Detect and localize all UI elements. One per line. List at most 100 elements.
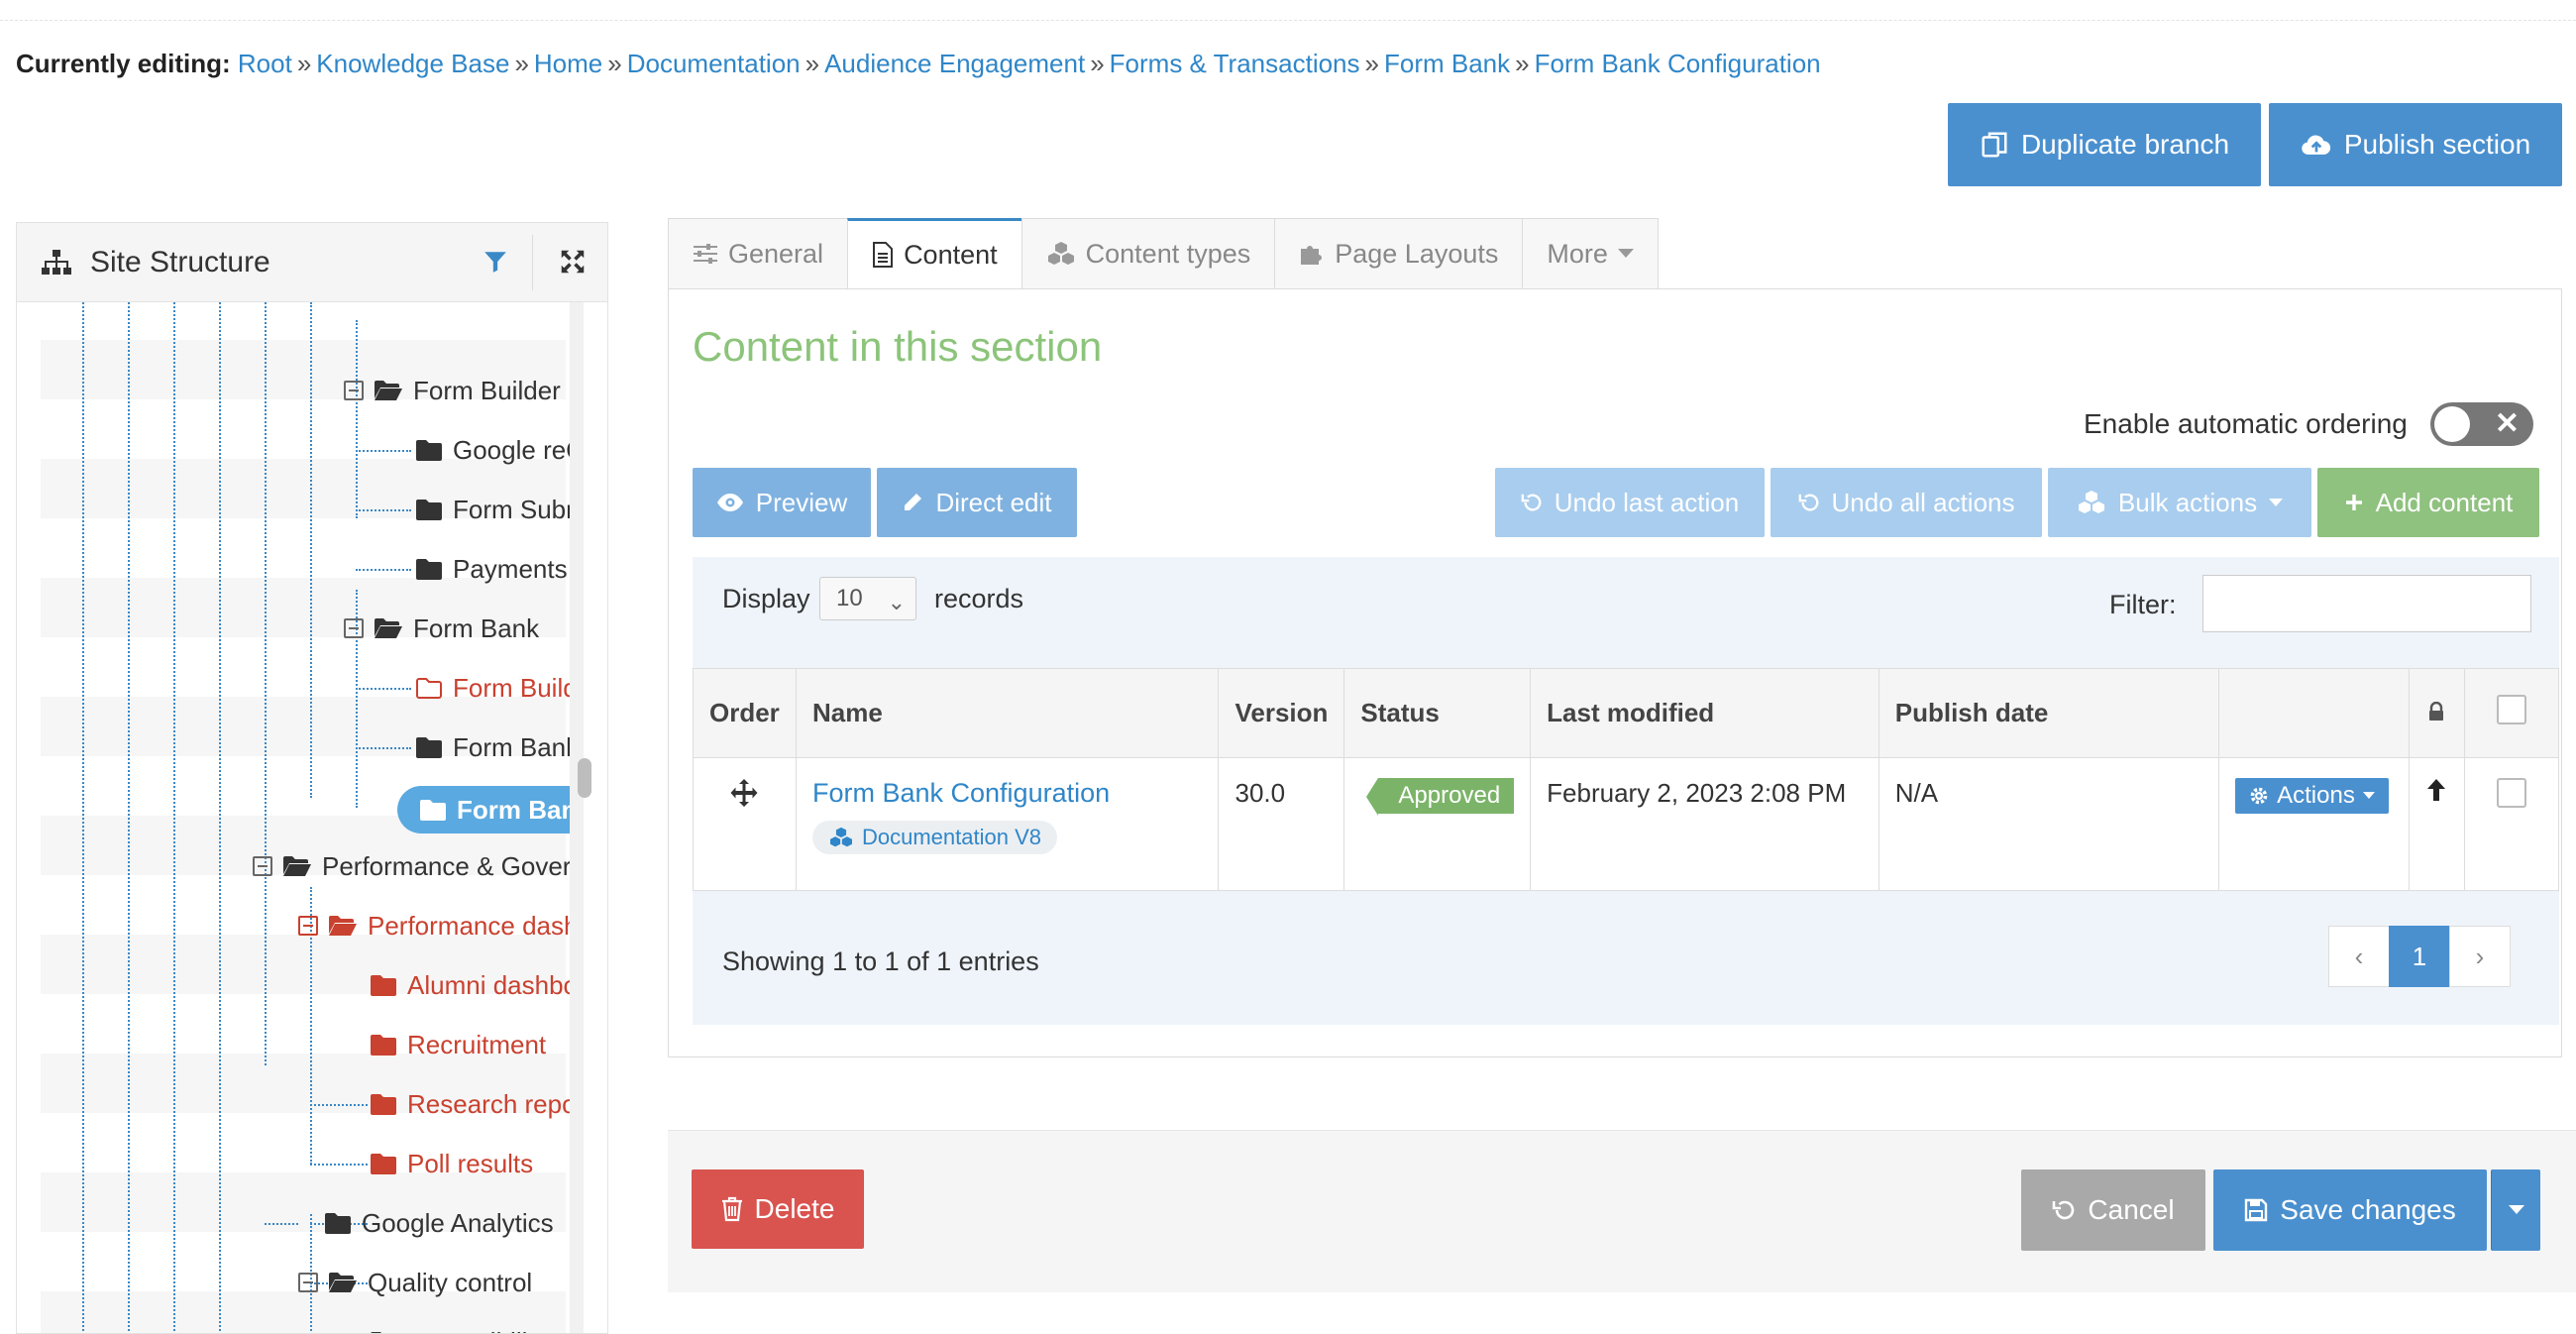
duplicate-branch-label: Duplicate branch — [2020, 129, 2230, 160]
breadcrumb-separator: » — [514, 49, 529, 78]
folder-icon — [416, 500, 442, 520]
tab-general[interactable]: General — [668, 218, 848, 289]
tree-node-recruitment[interactable]: Recruitment — [370, 1028, 546, 1061]
expand-icon[interactable] — [558, 247, 588, 277]
column-header-version[interactable]: Version — [1218, 668, 1345, 758]
row-actions-button[interactable]: Actions — [2235, 778, 2389, 814]
column-header-order[interactable]: Order — [693, 668, 797, 758]
content-table-wrapper: Display 10 ⌄ records Filter: Order Name … — [693, 557, 2560, 1025]
site-structure-panel: Site Structure Form Builder Google Form … — [16, 222, 608, 1334]
tree-node-label: Recruitment — [407, 1030, 547, 1059]
page-size-value: 10 — [836, 585, 863, 611]
move-icon[interactable] — [729, 778, 759, 808]
breadcrumb-link-documentation[interactable]: Documentation — [627, 49, 801, 78]
delete-button[interactable]: Delete — [692, 1169, 864, 1249]
undo-last-action-button[interactable]: Undo last action — [1495, 468, 1765, 537]
tree-scrollbar[interactable] — [570, 302, 584, 1333]
breadcrumb-link-home[interactable]: Home — [534, 49, 602, 78]
filter-input[interactable] — [2202, 575, 2531, 632]
auto-ordering-toggle[interactable]: ✕ — [2430, 402, 2533, 446]
breadcrumb-link-knowledge-base[interactable]: Knowledge Base — [316, 49, 509, 78]
tree-node-form-bank-child[interactable]: Form Bank — [415, 730, 579, 764]
column-header-status[interactable]: Status — [1343, 668, 1532, 758]
tree-node-poll-results[interactable]: Poll results — [370, 1147, 533, 1180]
undo-all-actions-button[interactable]: Undo all actions — [1771, 468, 2042, 537]
column-header-publish-date[interactable]: Publish date — [1878, 668, 2220, 758]
tab-more[interactable]: More — [1522, 218, 1659, 289]
breadcrumb-link-audience-engagement[interactable]: Audience Engagement — [824, 49, 1085, 78]
folder-outline-icon — [416, 678, 442, 699]
tab-content-types[interactable]: Content types — [1020, 218, 1275, 289]
close-icon: ✕ — [2494, 407, 2520, 440]
breadcrumb-separator: » — [1364, 49, 1379, 78]
breadcrumb-link-form-bank[interactable]: Form Bank — [1384, 49, 1510, 78]
breadcrumb-link-root[interactable]: Root — [238, 49, 292, 78]
tree-node-form-bank[interactable]: Form Bank — [344, 611, 539, 645]
tree-node-accessibility[interactable]: Accessibility — [370, 1325, 548, 1333]
folder-icon — [416, 440, 442, 461]
tree-node-form-builder[interactable]: Form Builder — [344, 374, 561, 407]
tree-node-label: Form Builder — [413, 376, 561, 405]
column-header-last-modified[interactable]: Last modified — [1530, 668, 1879, 758]
pagination-next-button[interactable]: › — [2449, 926, 2511, 987]
puzzle-icon — [1301, 246, 1323, 265]
row-publish-date-cell: N/A — [1878, 757, 2220, 891]
tree-node-google-analytics[interactable]: Google Analytics — [324, 1206, 554, 1240]
save-changes-button[interactable]: Save changes — [2213, 1169, 2487, 1251]
collapse-icon[interactable] — [253, 856, 272, 876]
tree-guide-line — [128, 302, 130, 1333]
tree-node-payments[interactable]: Payments — [415, 552, 568, 586]
collapse-icon[interactable] — [298, 1273, 318, 1292]
folder-icon — [416, 559, 442, 580]
preview-label: Preview — [755, 487, 848, 517]
column-header-name[interactable]: Name — [795, 668, 1220, 758]
page-size-select[interactable]: 10 ⌄ — [819, 577, 916, 620]
cubes-icon — [1047, 242, 1074, 265]
collapse-icon[interactable] — [344, 618, 364, 638]
breadcrumb-link-forms-transactions[interactable]: Forms & Transactions — [1110, 49, 1360, 78]
save-options-dropdown[interactable] — [2491, 1169, 2540, 1251]
arrow-up-icon[interactable] — [2425, 778, 2447, 802]
tree-node-performance-dashboards[interactable]: Performance dashboards — [298, 909, 607, 943]
undo-icon — [2053, 1200, 2075, 1220]
duplicate-branch-button[interactable]: Duplicate branch — [1948, 103, 2261, 186]
save-icon — [2245, 1198, 2268, 1222]
tree-guide-line — [265, 302, 267, 1065]
direct-edit-button[interactable]: Direct edit — [877, 468, 1077, 537]
cancel-button[interactable]: Cancel — [2021, 1169, 2205, 1251]
filter-icon[interactable] — [483, 249, 508, 275]
folder-icon — [325, 1213, 351, 1234]
collapse-icon[interactable] — [298, 916, 318, 936]
tree-connector — [356, 569, 411, 571]
breadcrumb-separator: » — [296, 49, 312, 78]
tree-node-performance-governance[interactable]: Performance & Governance — [253, 849, 607, 883]
breadcrumb-link-form-bank-configuration[interactable]: Form Bank Configuration — [1535, 49, 1821, 78]
content-type-tag[interactable]: Documentation V8 — [811, 821, 1057, 854]
tab-content[interactable]: Content — [847, 218, 1021, 289]
select-all-checkbox[interactable] — [2496, 695, 2526, 724]
add-content-button[interactable]: Add content — [2317, 468, 2539, 537]
cubes-icon — [2078, 491, 2104, 513]
collapse-icon[interactable] — [344, 381, 364, 400]
row-order-cell — [693, 757, 797, 891]
tree-node-label: Form Bank — [453, 732, 580, 762]
folder-icon — [371, 1154, 396, 1174]
breadcrumb-separator: » — [805, 49, 820, 78]
header-divider — [532, 235, 533, 290]
bulk-actions-button[interactable]: Bulk actions — [2048, 468, 2311, 537]
content-name-link[interactable]: Form Bank Configuration — [812, 778, 1203, 809]
preview-button[interactable]: Preview — [693, 468, 871, 537]
tab-page-layouts[interactable]: Page Layouts — [1274, 218, 1523, 289]
caret-down-icon — [2269, 498, 2284, 506]
folder-open-icon — [283, 856, 311, 876]
chevron-down-icon: ⌄ — [887, 590, 906, 614]
bulk-actions-label: Bulk actions — [2117, 487, 2258, 517]
tree-scrollbar-thumb[interactable] — [578, 758, 591, 798]
column-header-actions — [2218, 668, 2410, 758]
pagination-prev-button[interactable]: ‹ — [2328, 926, 2390, 987]
publish-section-button[interactable]: Publish section — [2269, 103, 2562, 186]
row-select-checkbox[interactable] — [2496, 778, 2526, 808]
row-last-modified-cell: February 2, 2023 2:08 PM — [1530, 757, 1879, 891]
tree-node-quality-control[interactable]: Quality control — [298, 1266, 532, 1299]
pagination-page-1[interactable]: 1 — [2389, 926, 2450, 987]
